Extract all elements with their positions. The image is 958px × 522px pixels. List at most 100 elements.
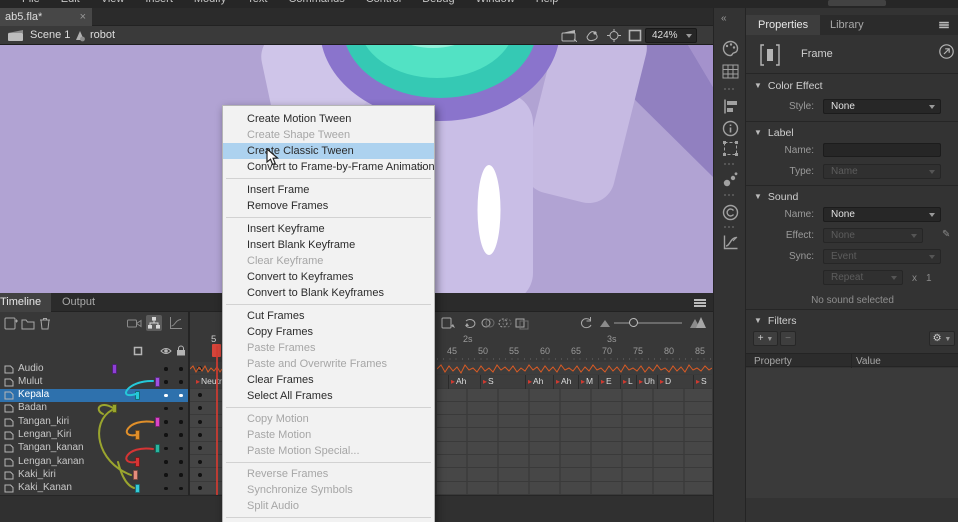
edit-sound-envelope-icon[interactable]: ✎	[942, 229, 950, 240]
layer-visibility-dot[interactable]	[164, 447, 168, 451]
layer-lock-dot[interactable]	[179, 473, 183, 477]
menu-bar-item[interactable]: Commands	[288, 0, 344, 5]
zoom-in-frames-icon[interactable]	[690, 317, 706, 333]
layer-color-swatch[interactable]	[135, 391, 140, 401]
lip-sync-keyframe[interactable]: ▸D	[657, 375, 671, 388]
context-menu-item[interactable]: Paste and Overwrite Frames	[223, 356, 434, 372]
frame-row[interactable]	[437, 389, 712, 402]
layer-lock-dot[interactable]	[179, 487, 183, 491]
context-menu-item[interactable]: Insert Blank Keyframe	[223, 237, 434, 253]
layer-lock-dot[interactable]	[179, 380, 183, 384]
lip-sync-keyframe[interactable]: ▸E	[598, 375, 612, 388]
layer-color-swatch[interactable]	[155, 377, 160, 387]
menu-bar-item[interactable]: File	[22, 0, 40, 5]
layer-visibility-dot[interactable]	[164, 407, 168, 411]
layer-color-swatch[interactable]	[155, 444, 160, 454]
onion-skin-icon[interactable]	[480, 315, 496, 331]
lip-sync-keyframe[interactable]: ▸Ah	[553, 375, 571, 388]
cc-libraries-icon[interactable]	[722, 204, 739, 221]
layer-visibility-dot[interactable]	[164, 367, 168, 371]
menu-bar-item[interactable]: Insert	[145, 0, 173, 5]
new-layer-icon[interactable]	[3, 315, 19, 331]
transform-icon[interactable]	[722, 140, 739, 157]
color-effect-style-dropdown[interactable]: None	[823, 99, 941, 114]
layer-parenting-icon[interactable]	[147, 316, 163, 332]
breadcrumb-symbol[interactable]: robot	[90, 29, 115, 41]
layer-row[interactable]: Kaki_kiri	[0, 468, 188, 481]
context-menu-item[interactable]: Create Classic Tween	[223, 143, 434, 159]
layer-depth-graph-icon[interactable]	[168, 315, 184, 331]
loop-frames-icon[interactable]	[463, 315, 479, 331]
context-menu-item[interactable]: Create Motion Tween	[223, 111, 434, 127]
delete-layer-icon[interactable]	[37, 315, 53, 331]
section-label[interactable]: ▼Label	[754, 127, 794, 139]
layer-lock-dot[interactable]	[179, 433, 183, 437]
edit-multiple-frames-icon[interactable]	[514, 315, 530, 331]
context-menu-item[interactable]	[223, 514, 434, 521]
menu-bar-item[interactable]: Control	[366, 0, 401, 5]
context-menu-item[interactable]	[223, 214, 434, 221]
visibility-column-eye-icon[interactable]	[160, 346, 172, 356]
center-frame-icon[interactable]	[606, 29, 622, 42]
layer-visibility-dot[interactable]	[164, 420, 168, 424]
menu-bar-item[interactable]: Help	[536, 0, 559, 5]
layer-lock-dot[interactable]	[179, 460, 183, 464]
properties-panel-menu-icon[interactable]	[939, 22, 949, 28]
layer-row[interactable]: Lengan_Kiri	[0, 428, 188, 441]
lip-sync-keyframe[interactable]: ▸Uh	[636, 375, 655, 388]
layer-visibility-dot[interactable]	[164, 473, 168, 477]
document-tab[interactable]: ab5.fla* ×	[0, 8, 92, 26]
layer-row[interactable]: Audio	[0, 362, 188, 375]
breadcrumb-scene[interactable]: Scene 1	[30, 29, 70, 41]
frame-ruler[interactable]: 2s3s 455055606570758085	[437, 334, 712, 362]
lock-column-icon[interactable]	[176, 345, 186, 356]
outline-color-column-icon[interactable]	[133, 346, 143, 356]
layer-lock-dot[interactable]	[179, 367, 183, 371]
tab-properties[interactable]: Properties	[746, 15, 820, 35]
layer-lock-dot[interactable]	[179, 407, 183, 411]
lip-sync-keyframe[interactable]: ▸S	[693, 375, 707, 388]
brush-library-icon[interactable]	[722, 171, 739, 188]
context-menu-item[interactable]: Select All Frames	[223, 388, 434, 404]
layer-row[interactable]: Badan	[0, 402, 188, 415]
layer-color-swatch[interactable]	[155, 417, 160, 427]
onion-skin-outline-icon[interactable]	[497, 315, 513, 331]
audio-frame-row[interactable]	[437, 362, 712, 375]
reset-timeline-zoom-icon[interactable]	[578, 315, 594, 331]
layer-row[interactable]: Lengan_kanan	[0, 455, 188, 468]
collapse-dock-icon[interactable]: «	[721, 13, 727, 24]
frame-row[interactable]	[437, 455, 712, 468]
edit-scene-icon[interactable]	[561, 29, 577, 42]
context-menu-item[interactable]: Cut Frames	[223, 308, 434, 324]
lip-sync-keyframe[interactable]: ▸Ah	[525, 375, 543, 388]
layer-color-swatch[interactable]	[112, 364, 117, 374]
camera-icon[interactable]	[126, 315, 142, 331]
layer-visibility-dot[interactable]	[164, 433, 168, 437]
layer-lock-dot[interactable]	[179, 447, 183, 451]
context-menu-item[interactable]: Synchronize Symbols	[223, 482, 434, 498]
context-menu-item[interactable]: Clear Frames	[223, 372, 434, 388]
context-menu-item[interactable]: Copy Motion	[223, 411, 434, 427]
section-sound[interactable]: ▼Sound	[754, 191, 798, 203]
context-menu-item[interactable]: Paste Motion Special...	[223, 443, 434, 459]
frame-row[interactable]	[437, 482, 712, 495]
frame-row[interactable]	[437, 415, 712, 428]
layer-visibility-dot[interactable]	[164, 460, 168, 464]
color-palette-icon[interactable]	[722, 40, 739, 57]
publish-settings-icon[interactable]	[939, 44, 954, 59]
section-color-effect[interactable]: ▼Color Effect	[754, 80, 823, 92]
layer-lock-dot[interactable]	[179, 420, 183, 424]
layer-row[interactable]: Tangan_kiri	[0, 415, 188, 428]
layer-color-swatch[interactable]	[135, 484, 140, 494]
frame-row[interactable]	[437, 442, 712, 455]
layer-color-swatch[interactable]	[112, 404, 117, 414]
lip-sync-keyframe[interactable]: ▸S	[480, 375, 494, 388]
close-tab-icon[interactable]: ×	[80, 8, 86, 26]
stage-zoom-dropdown[interactable]: 424%	[645, 28, 697, 43]
timeline-zoom-slider-track[interactable]	[614, 322, 682, 324]
context-menu-item[interactable]	[223, 459, 434, 466]
context-menu-item[interactable]	[223, 175, 434, 182]
layer-row[interactable]: Tangan_kanan	[0, 442, 188, 455]
layer-color-swatch[interactable]	[133, 470, 138, 480]
menu-bar-item[interactable]: Debug	[422, 0, 454, 5]
